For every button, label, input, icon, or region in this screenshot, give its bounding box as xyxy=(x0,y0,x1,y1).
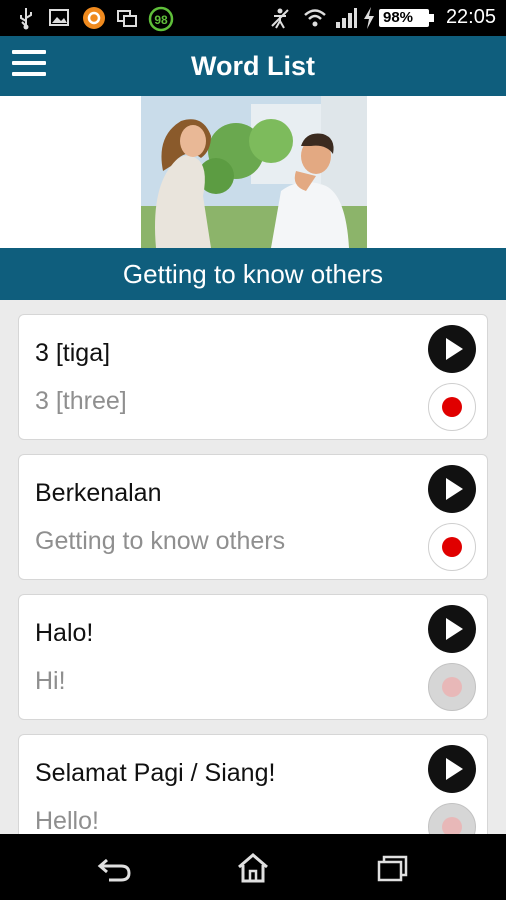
wifi-icon xyxy=(302,6,328,35)
word-list[interactable]: 3 [tiga] 3 [three] Berkenalan Getting to… xyxy=(0,300,506,834)
hero-banner xyxy=(0,96,506,248)
translation-text: 3 [three] xyxy=(35,387,127,415)
image-icon xyxy=(48,6,70,35)
record-button[interactable] xyxy=(428,523,476,571)
list-item[interactable]: Selamat Pagi / Siang! Hello! xyxy=(18,734,488,834)
signal-icon xyxy=(334,6,358,35)
back-icon[interactable] xyxy=(95,852,135,884)
translation-text: Getting to know others xyxy=(35,527,286,555)
home-icon[interactable] xyxy=(233,852,273,884)
battery-percent: 98% xyxy=(383,9,414,26)
word-text: Halo! xyxy=(35,619,94,647)
clock: 22:05 xyxy=(445,6,496,28)
play-button[interactable] xyxy=(428,325,476,373)
word-text: Berkenalan xyxy=(35,479,162,507)
play-icon xyxy=(446,618,463,640)
orange-app-icon xyxy=(82,6,106,35)
play-icon xyxy=(446,478,463,500)
record-icon xyxy=(442,677,462,697)
list-item[interactable]: Halo! Hi! xyxy=(18,594,488,720)
record-icon xyxy=(442,817,462,834)
record-icon xyxy=(442,397,462,417)
multiwindow-icon xyxy=(116,6,138,35)
badge-icon: 98 xyxy=(148,6,174,37)
play-icon xyxy=(446,758,463,780)
status-bar: 98 98% 22:05 xyxy=(0,0,506,36)
record-button[interactable] xyxy=(428,383,476,431)
navigation-bar xyxy=(0,834,506,900)
accessibility-icon xyxy=(268,6,292,35)
record-icon xyxy=(442,537,462,557)
translation-text: Hello! xyxy=(35,807,99,834)
word-text: Selamat Pagi / Siang! xyxy=(35,759,276,787)
play-icon xyxy=(446,338,463,360)
charging-icon xyxy=(362,6,376,35)
app-bar: Word List xyxy=(0,36,506,96)
list-item[interactable]: Berkenalan Getting to know others xyxy=(18,454,488,580)
page-title: Word List xyxy=(191,51,315,81)
recent-apps-icon[interactable] xyxy=(373,852,413,884)
section-title: Getting to know others xyxy=(0,248,506,300)
play-button[interactable] xyxy=(428,465,476,513)
play-button[interactable] xyxy=(428,745,476,793)
usb-icon xyxy=(16,6,36,35)
word-text: 3 [tiga] xyxy=(35,339,111,367)
translation-text: Hi! xyxy=(35,667,66,695)
list-item[interactable]: 3 [tiga] 3 [three] xyxy=(18,314,488,440)
badge-count: 98 xyxy=(154,13,168,27)
play-button[interactable] xyxy=(428,605,476,653)
record-button-disabled[interactable] xyxy=(428,803,476,834)
record-button-disabled[interactable] xyxy=(428,663,476,711)
people-talking-photo xyxy=(141,96,367,248)
